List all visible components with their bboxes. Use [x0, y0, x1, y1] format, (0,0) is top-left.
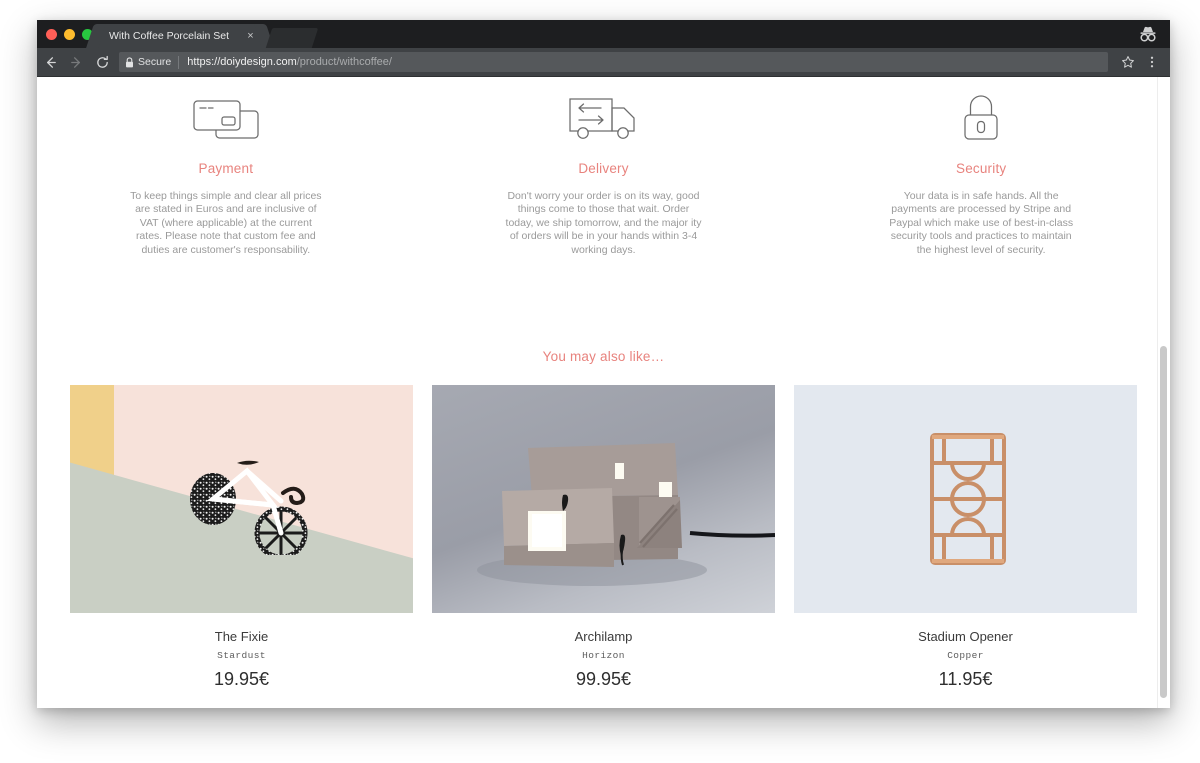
product-card[interactable]: Stadium Opener Copper 11.95€: [794, 385, 1137, 690]
info-title: Security: [955, 161, 1007, 176]
product-card[interactable]: Archilamp Horizon 99.95€: [432, 385, 775, 690]
minimize-window-button[interactable]: [64, 29, 75, 40]
secure-label: Secure: [138, 56, 172, 68]
info-row: Payment To keep things simple and clear …: [37, 77, 1170, 257]
delivery-truck-icon: [433, 89, 775, 145]
product-price: 19.95€: [213, 669, 270, 690]
product-price: 99.95€: [575, 669, 632, 690]
product-grid: The Fixie Stardust 19.95€ Archilamp Hori…: [37, 385, 1170, 690]
info-column-delivery: Delivery Don't worry your order is on it…: [415, 89, 793, 257]
also-like-heading: You may also like…: [542, 349, 665, 365]
product-name: Archilamp: [574, 629, 633, 645]
product-image-the-fixie[interactable]: [70, 385, 413, 614]
info-body: To keep things simple and clear all pric…: [130, 190, 322, 256]
info-title: Delivery: [578, 161, 629, 176]
padlock-icon: [810, 89, 1152, 145]
address-bar[interactable]: Secure https://doiydesign.com/product/wi…: [119, 52, 1108, 72]
three-dot-menu-icon[interactable]: [1140, 49, 1164, 75]
lock-icon: [125, 56, 134, 68]
bicycle-pizza-cutter: [190, 460, 308, 556]
product-price: 11.95€: [938, 669, 993, 690]
new-tab-button[interactable]: [265, 28, 319, 48]
page-viewport: Payment To keep things simple and clear …: [37, 77, 1170, 708]
stadium-opener-illustration: [930, 433, 1006, 566]
browser-tab[interactable]: With Coffee Porcelain Set - DO ×: [97, 24, 263, 48]
forward-arrow-icon[interactable]: [63, 49, 89, 75]
credit-card-icon: [55, 89, 397, 145]
omnibox-divider: [178, 55, 180, 69]
tab-close-icon[interactable]: ×: [245, 30, 256, 42]
house-lamp-illustration: [477, 443, 775, 587]
browser-titlebar: With Coffee Porcelain Set - DO ×: [37, 20, 1170, 48]
page-scrollbar[interactable]: [1157, 77, 1170, 708]
product-variant: Stardust: [217, 650, 266, 662]
product-image-archilamp[interactable]: [432, 385, 775, 614]
product-card[interactable]: The Fixie Stardust 19.95€: [70, 385, 413, 690]
tab-title-main: With Coffee Porcelain Set: [109, 30, 229, 42]
close-window-button[interactable]: [46, 29, 57, 40]
scrollbar-thumb[interactable]: [1160, 346, 1167, 698]
info-column-payment: Payment To keep things simple and clear …: [37, 89, 415, 257]
product-name: Stadium Opener: [918, 629, 1013, 645]
back-arrow-icon[interactable]: [37, 49, 63, 75]
star-icon[interactable]: [1116, 49, 1140, 75]
url-text: https://doiydesign.com/product/withcoffe…: [187, 56, 392, 68]
info-title: Payment: [198, 161, 254, 176]
reload-icon[interactable]: [89, 49, 115, 75]
product-variant: Copper: [947, 650, 984, 662]
info-body: Don't worry your order is on its way, go…: [505, 190, 702, 256]
url-path: /product/withcoffee/: [296, 56, 392, 68]
product-image-stadium-opener[interactable]: [794, 385, 1137, 614]
info-column-security: Security Your data is in safe hands. All…: [792, 89, 1170, 257]
browser-toolbar: Secure https://doiydesign.com/product/wi…: [37, 48, 1170, 77]
product-name: The Fixie: [214, 629, 269, 645]
info-body: Your data is in safe hands. All the paym…: [889, 190, 1074, 256]
tab-title: With Coffee Porcelain Set - DO: [109, 30, 229, 42]
url-host: https://doiydesign.com: [187, 56, 297, 68]
incognito-icon: [1138, 25, 1158, 44]
window-controls: [46, 29, 93, 40]
product-variant: Horizon: [582, 650, 625, 662]
browser-window: With Coffee Porcelain Set - DO ×: [37, 20, 1170, 708]
